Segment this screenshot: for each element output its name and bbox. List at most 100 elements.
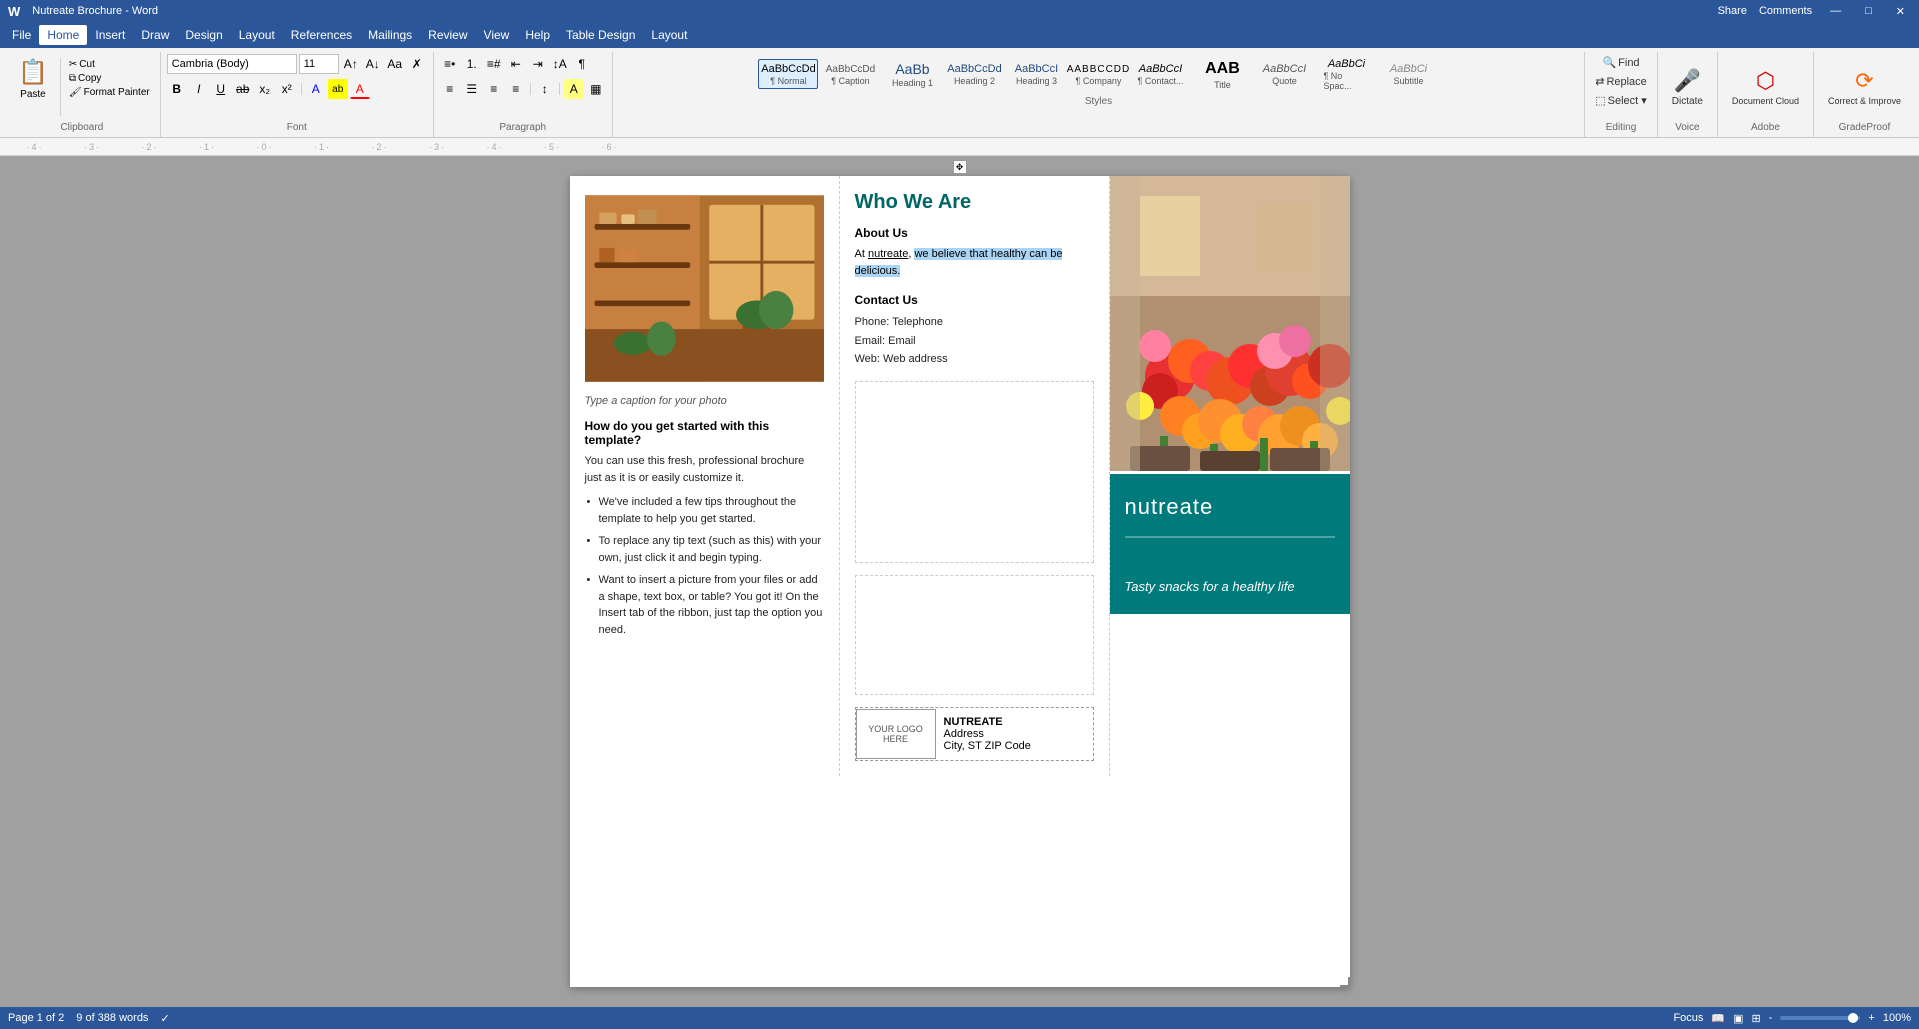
resize-handle[interactable] xyxy=(1340,977,1350,987)
menu-file[interactable]: File xyxy=(4,25,39,45)
style-caption[interactable]: AaBbCcDd ¶ Caption xyxy=(820,60,880,89)
close-button[interactable]: ✕ xyxy=(1890,5,1911,18)
zoom-out-button[interactable]: - xyxy=(1769,1012,1773,1024)
style-quote[interactable]: AaBbCcI Quote xyxy=(1254,59,1314,89)
left-column: Type a caption for your photo How do you… xyxy=(570,176,840,776)
style-title[interactable]: AAB Title xyxy=(1192,56,1252,93)
change-case-button[interactable]: Aa xyxy=(385,54,405,74)
share-button[interactable]: Share xyxy=(1718,5,1747,17)
dictate-button[interactable]: 🎤 Dictate xyxy=(1664,57,1711,117)
underline-button[interactable]: U xyxy=(211,79,231,99)
page-indicator: Page 1 of 2 xyxy=(8,1012,64,1025)
style-company[interactable]: AABBCCDD ¶ Company xyxy=(1068,60,1128,89)
style-heading1[interactable]: AaBb Heading 1 xyxy=(882,57,942,91)
who-we-are-heading: Who We Are xyxy=(855,191,1094,214)
adobe-group: ⬡ Document Cloud Adobe xyxy=(1718,52,1814,137)
adobe-icon: ⬡ xyxy=(1756,68,1775,94)
menu-review[interactable]: Review xyxy=(420,25,475,45)
document-area[interactable]: ✥ xyxy=(0,156,1919,1007)
zoom-slider[interactable] xyxy=(1780,1016,1860,1020)
font-size-input[interactable] xyxy=(299,54,339,74)
sort-button[interactable]: ↕A xyxy=(550,54,570,74)
replace-button[interactable]: ⇄ Replace xyxy=(1591,73,1651,90)
find-label: Find xyxy=(1618,57,1639,69)
print-layout-icon[interactable]: ▣ xyxy=(1733,1012,1743,1025)
style-normal[interactable]: AaBbCcDd ¶ Normal xyxy=(758,59,818,89)
menu-references[interactable]: References xyxy=(283,25,360,45)
editing-label: Editing xyxy=(1591,120,1651,135)
numbering-button[interactable]: 1. xyxy=(462,54,482,74)
line-spacing-button[interactable]: ↕ xyxy=(535,79,555,99)
zoom-in-button[interactable]: + xyxy=(1868,1012,1874,1024)
menu-help[interactable]: Help xyxy=(517,25,558,45)
style-subtitle-preview: AaBbCi xyxy=(1328,57,1365,71)
format-painter-button[interactable]: 🖌 Format Painter xyxy=(65,86,154,99)
paste-button[interactable]: 📋 Paste xyxy=(10,54,56,104)
style-contact-preview: AaBbCcI xyxy=(1139,62,1182,76)
menu-view[interactable]: View xyxy=(476,25,518,45)
bullet-list: We've included a few tips throughout the… xyxy=(585,494,824,638)
bold-button[interactable]: B xyxy=(167,79,187,99)
font-color-button[interactable]: A xyxy=(350,79,370,99)
read-layout-icon[interactable]: 📖 xyxy=(1711,1012,1725,1025)
shading-button[interactable]: A xyxy=(564,79,584,99)
show-marks-button[interactable]: ¶ xyxy=(572,54,592,74)
copy-button[interactable]: ⧉ Copy xyxy=(65,72,154,85)
style-heading2-label: Heading 2 xyxy=(954,76,995,86)
bullets-button[interactable]: ≡• xyxy=(440,54,460,74)
strikethrough-button[interactable]: ab xyxy=(233,79,253,99)
menu-mailings[interactable]: Mailings xyxy=(360,25,420,45)
paragraph-group: ≡• 1. ≡# ⇤ ⇥ ↕A ¶ ≡ ☰ ≡ ≡ ↕ A ▦ Paragrap… xyxy=(434,52,613,137)
document-cloud-button[interactable]: ⬡ Document Cloud xyxy=(1724,57,1807,117)
style-heading2[interactable]: AaBbCcDd Heading 2 xyxy=(944,59,1004,89)
menu-design[interactable]: Design xyxy=(177,25,230,45)
page: ✥ xyxy=(570,176,1350,987)
decrease-font-button[interactable]: A↓ xyxy=(363,54,383,74)
minimize-button[interactable]: — xyxy=(1824,5,1847,17)
correct-improve-button[interactable]: ⟳ Correct & Improve xyxy=(1820,57,1909,117)
increase-indent-button[interactable]: ⇥ xyxy=(528,54,548,74)
align-center-button[interactable]: ☰ xyxy=(462,79,482,99)
proofing-icon: ✓ xyxy=(160,1012,169,1025)
style-nospace[interactable]: AaBbCi Subtitle xyxy=(1378,59,1438,89)
align-left-button[interactable]: ≡ xyxy=(440,79,460,99)
menu-layout[interactable]: Layout xyxy=(231,25,283,45)
ribbon: 📋 Paste ✂ Cut ⧉ Copy 🖌 Format Painter C xyxy=(0,48,1919,138)
justify-button[interactable]: ≡ xyxy=(506,79,526,99)
cut-button[interactable]: ✂ Cut xyxy=(65,58,154,71)
style-subtitle[interactable]: AaBbCi ¶ No Spac... xyxy=(1316,54,1376,94)
focus-button[interactable]: Focus xyxy=(1673,1012,1703,1024)
web-layout-icon[interactable]: ⊞ xyxy=(1752,1012,1761,1025)
menu-insert[interactable]: Insert xyxy=(87,25,133,45)
clear-format-button[interactable]: ✗ xyxy=(407,54,427,74)
increase-font-button[interactable]: A↑ xyxy=(341,54,361,74)
highlight-button[interactable]: ab xyxy=(328,79,348,99)
style-heading3[interactable]: AaBbCcI Heading 3 xyxy=(1006,59,1066,89)
comments-button[interactable]: Comments xyxy=(1759,5,1812,17)
superscript-button[interactable]: x² xyxy=(277,79,297,99)
style-contact[interactable]: AaBbCcI ¶ Contact... xyxy=(1130,59,1190,89)
maximize-button[interactable]: □ xyxy=(1859,5,1878,17)
menu-draw[interactable]: Draw xyxy=(133,25,177,45)
font-name-input[interactable] xyxy=(167,54,297,74)
contact-heading: Contact Us xyxy=(855,293,1094,307)
adobe-label: Adobe xyxy=(1724,120,1807,135)
clipboard-label: Clipboard xyxy=(10,120,154,135)
menu-table-design[interactable]: Table Design xyxy=(558,25,643,45)
subscript-button[interactable]: x₂ xyxy=(255,79,275,99)
decrease-indent-button[interactable]: ⇤ xyxy=(506,54,526,74)
style-nospace-preview: AaBbCi xyxy=(1390,62,1427,76)
align-right-button[interactable]: ≡ xyxy=(484,79,504,99)
text-effects-button[interactable]: A xyxy=(306,79,326,99)
find-button[interactable]: 🔍 Find xyxy=(1598,54,1643,71)
style-heading3-label: Heading 3 xyxy=(1016,76,1057,86)
menu-home[interactable]: Home xyxy=(39,25,87,45)
multilevel-button[interactable]: ≡# xyxy=(484,54,504,74)
title-bar-right: Share Comments — □ ✕ xyxy=(1718,5,1911,18)
table-move-handle[interactable]: ✥ xyxy=(953,160,967,174)
borders-button[interactable]: ▦ xyxy=(586,79,606,99)
menu-layout2[interactable]: Layout xyxy=(643,25,695,45)
select-button[interactable]: ⬚ Select ▾ xyxy=(1591,92,1651,109)
italic-button[interactable]: I xyxy=(189,79,209,99)
style-contact-label: ¶ Contact... xyxy=(1138,76,1184,86)
